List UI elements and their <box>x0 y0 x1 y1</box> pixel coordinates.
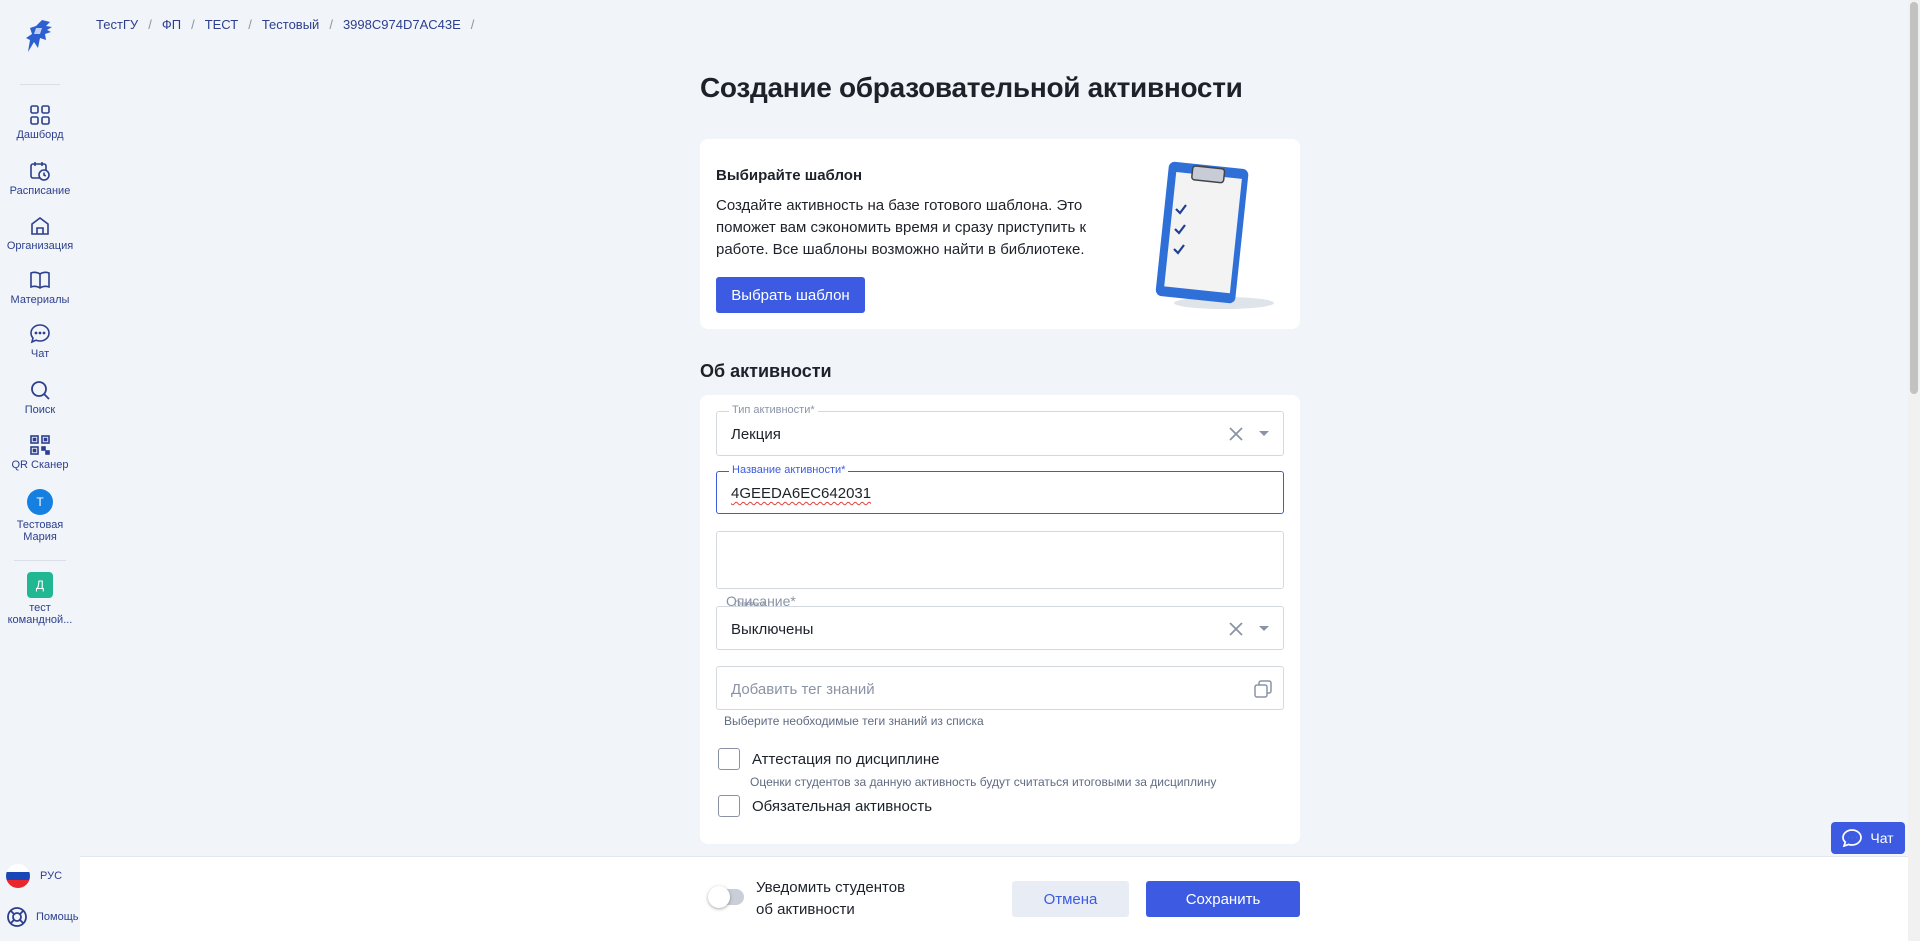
cancel-button[interactable]: Отмена <box>1012 881 1129 917</box>
template-card-title: Выбирайте шаблон <box>716 167 863 184</box>
chat-widget-label: Чат <box>1870 830 1894 846</box>
attestation-checkbox[interactable] <box>718 748 740 770</box>
sidebar-item-materials[interactable]: Материалы <box>0 269 80 306</box>
tags-placeholder: Добавить тег знаний <box>731 681 875 698</box>
action-footer: Уведомить студентов об активности Отмена… <box>80 856 1920 941</box>
help-link[interactable]: Помощь <box>6 906 79 928</box>
sidebar-item-team[interactable]: Д тест командной... <box>0 572 80 626</box>
sidebar-item-qr-scanner[interactable]: QR Сканер <box>0 434 80 471</box>
breadcrumb-item[interactable]: Тестовый <box>262 17 320 32</box>
attestation-checkbox-row[interactable]: Аттестация по дисциплине <box>718 748 940 770</box>
save-button[interactable]: Сохранить <box>1146 881 1300 917</box>
mandatory-checkbox-row[interactable]: Обязательная активность <box>718 795 932 817</box>
mandatory-checkbox[interactable] <box>718 795 740 817</box>
attestation-hint: Оценки студентов за данную активность бу… <box>750 775 1217 789</box>
activity-name-input[interactable]: Название активности* 4GEEDA6EC642031 <box>716 464 1284 514</box>
field-label: Тип активности* <box>729 404 818 416</box>
clear-icon[interactable] <box>1227 425 1245 443</box>
breadcrumb-item[interactable]: ТЕСТ <box>205 17 239 32</box>
attestation-label: Аттестация по дисциплине <box>752 750 940 768</box>
book-icon <box>30 271 50 289</box>
team-avatar: Д <box>27 572 53 598</box>
grid-icon <box>30 105 50 125</box>
sidebar-divider <box>14 560 66 561</box>
field-value: 4GEEDA6EC642031 <box>731 485 872 502</box>
chevron-down-icon[interactable] <box>1259 431 1269 436</box>
page-title: Создание образовательной активности <box>700 72 1243 103</box>
breadcrumb-item[interactable]: ФП <box>162 17 181 32</box>
chevron-down-icon[interactable] <box>1259 626 1269 631</box>
activity-type-select[interactable]: Тип активности* Лекция <box>716 404 1284 456</box>
building-icon <box>31 217 49 235</box>
notify-students-toggle[interactable] <box>708 886 744 908</box>
avatar: Т <box>27 489 53 515</box>
breadcrumb-item[interactable]: ТестГУ <box>96 17 138 32</box>
breadcrumb-item[interactable]: 3998C974D7AC43E <box>343 17 461 32</box>
sidebar-divider <box>20 84 60 85</box>
clear-icon[interactable] <box>1227 620 1245 638</box>
university-logo-icon[interactable] <box>22 18 56 56</box>
choose-template-button[interactable]: Выбрать шаблон <box>716 277 865 313</box>
russia-flag-icon <box>6 864 30 888</box>
sidebar-item-profile[interactable]: Т Тестовая Мария <box>0 489 80 543</box>
help-label: Помощь <box>36 911 79 923</box>
lifebuoy-icon <box>7 907 27 927</box>
sidebar-item-search[interactable]: Поиск <box>0 379 80 416</box>
field-label: Название активности* <box>729 464 849 476</box>
sidebar-item-schedule[interactable]: Расписание <box>0 160 80 197</box>
sidebar-item-label: QR Сканер <box>11 459 69 471</box>
sidebar-item-label: Дашборд <box>16 129 64 141</box>
page-scrollbar[interactable] <box>1908 0 1920 941</box>
chat-widget-button[interactable]: Чат <box>1831 822 1905 854</box>
scrollbar-thumb[interactable] <box>1910 2 1918 394</box>
sidebar-item-label: Поиск <box>24 404 56 416</box>
user-name: Тестовая Мария <box>16 519 64 543</box>
description-editor[interactable] <box>716 531 1284 589</box>
toggle-knob <box>708 886 730 908</box>
sidebar-item-label: Чат <box>30 348 50 360</box>
field-value: Лекция <box>731 426 781 443</box>
mandatory-label: Обязательная активность <box>752 797 933 815</box>
language-switcher[interactable]: РУС <box>6 864 62 888</box>
breadcrumb: ТестГУ / ФП / ТЕСТ / Тестовый/ 3998C974D7AC… <box>96 17 475 32</box>
sidebar-item-label: Расписание <box>9 185 71 197</box>
team-name: тест командной... <box>7 602 73 626</box>
qr-code-icon <box>30 435 50 455</box>
template-card: Выбирайте шаблон Создайте активность на … <box>700 139 1300 329</box>
chat-bubble-icon <box>1842 829 1863 847</box>
sidebar-item-organization[interactable]: Организация <box>0 215 80 252</box>
template-card-text: Создайте активность на базе готового шаб… <box>716 197 1087 258</box>
chat-bubble-icon <box>30 324 50 344</box>
sidebar-item-label: Организация <box>6 240 74 252</box>
activity-form: Тип активности* Лекция Название активнос… <box>700 395 1300 844</box>
notify-students-label: Уведомить студентов об активности <box>756 879 906 918</box>
knowledge-tags-input[interactable]: Добавить тег знаний <box>716 666 1284 710</box>
grades-select[interactable]: Выключены <box>716 606 1284 650</box>
sidebar: Дашборд Расписание Организация Материалы… <box>0 0 80 941</box>
sidebar-item-label: Материалы <box>10 294 70 306</box>
clipboard-illustration-icon <box>1155 161 1274 309</box>
sidebar-item-dashboard[interactable]: Дашборд <box>0 104 80 141</box>
language-label: РУС <box>40 870 63 882</box>
tags-hint: Выберите необходимые теги знаний из спис… <box>724 714 984 728</box>
section-title-about: Об активности <box>700 361 832 381</box>
field-value: Выключены <box>731 621 814 638</box>
search-icon <box>31 381 50 400</box>
sidebar-item-chat[interactable]: Чат <box>0 323 80 360</box>
calendar-clock-icon <box>30 162 50 181</box>
copy-icon[interactable] <box>1253 679 1273 699</box>
